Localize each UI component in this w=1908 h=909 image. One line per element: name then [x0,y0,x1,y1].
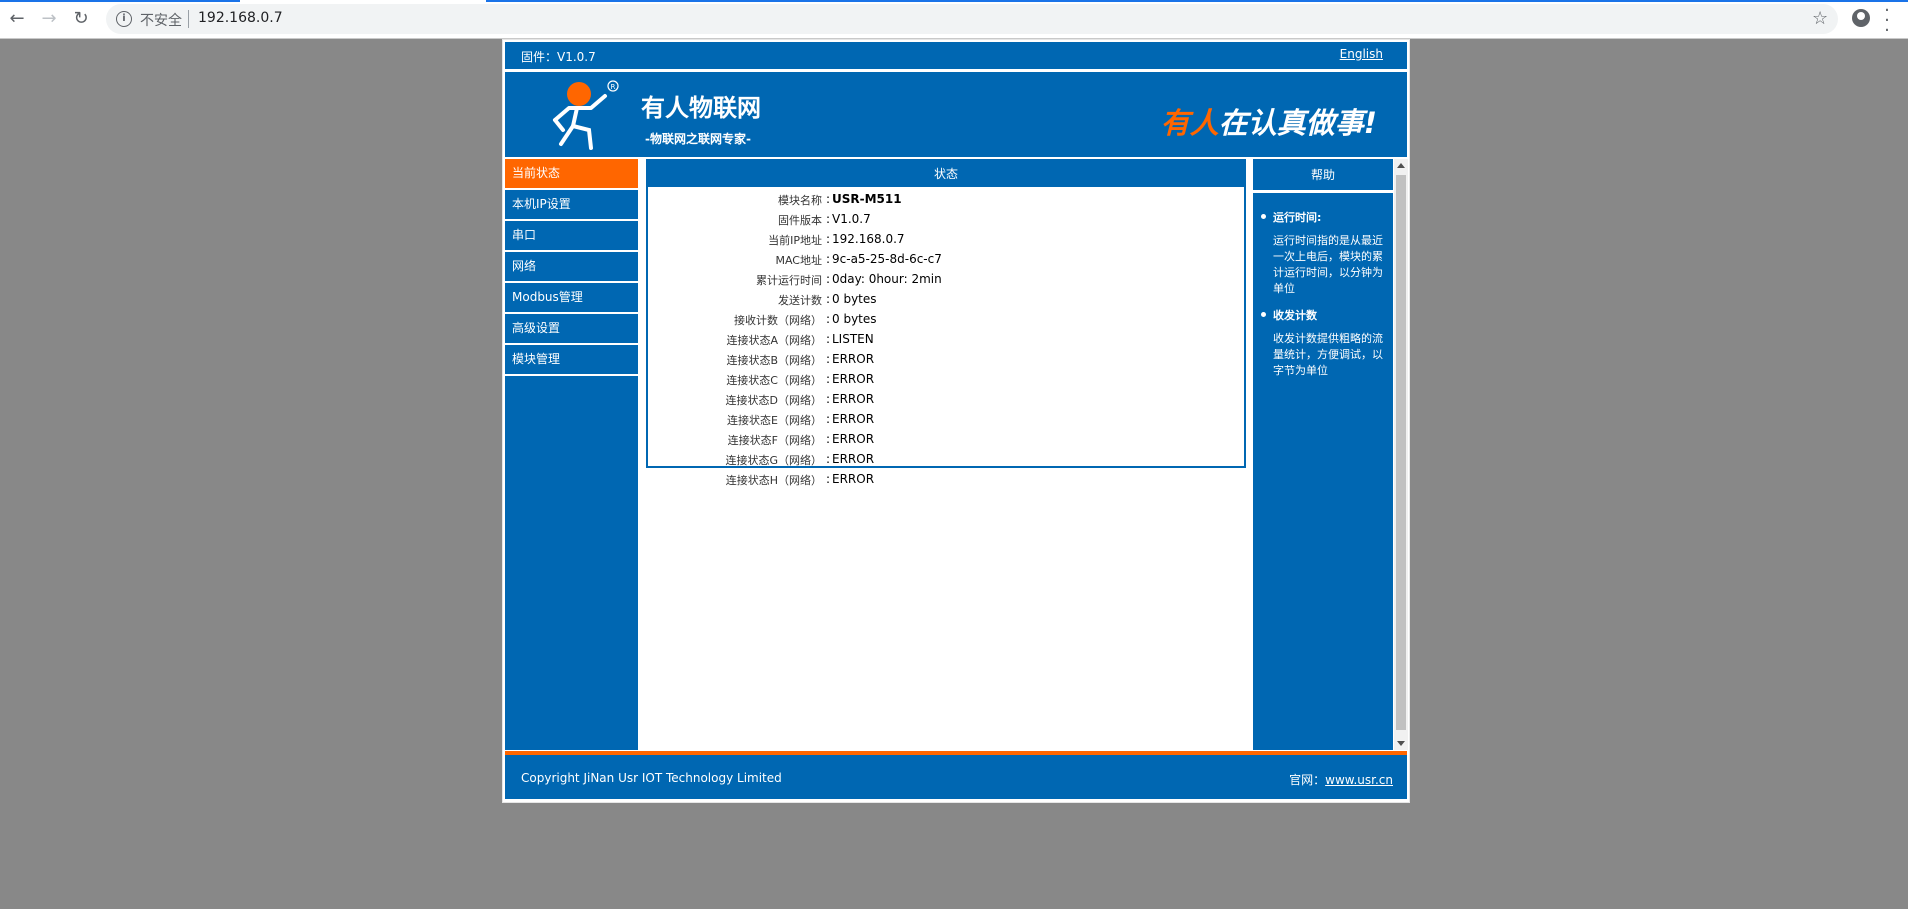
main-content: 状态 模块名称: USR-M511 固件版本: V1.0.7 当前IP地址:192.… [642,159,1250,750]
sidebar-item-advanced[interactable]: 高级设置 [505,314,638,345]
help-title: 帮助 [1253,159,1393,193]
svg-text:R: R [611,83,616,91]
status-row: 模块名称: USR-M511 [778,192,902,207]
status-row: 固件版本: V1.0.7 [778,212,871,227]
english-link[interactable]: English [1340,47,1383,61]
status-row: 连接状态H（网络）: ERROR [725,472,875,487]
status-row: 发送计数:0 bytes [778,292,877,307]
account-icon[interactable] [1852,9,1870,27]
status-row: 接收计数（网络）:0 bytes [734,312,877,327]
info-icon[interactable]: i [116,11,132,27]
status-row: MAC地址:9c-a5-25-8d-6c-c7 [775,252,942,267]
device-page: 固件：V1.0.7 English R 有人物联网 -物联网之联网专家- 有人在… [502,39,1410,803]
loading-bar [0,0,1908,2]
help-panel: 帮助 运行时间: 运行时间指的是从最近一次上电后，模块的累计运行时间，以分钟为单… [1253,159,1393,750]
official-site: 官网：www.usr.cn [1289,773,1393,787]
help-section-text: 收发计数提供粗略的流量统计，方便调试，以字节为单位 [1273,332,1383,377]
firmware-label: 固件：V1.0.7 [521,50,596,64]
slogan-highlight: 有人 [1160,106,1219,140]
url-text[interactable]: 192.168.0.7 [198,10,283,26]
brand-name: 有人物联网 [641,94,761,122]
usr-logo-icon: R [553,80,619,150]
status-row: 连接状态B（网络）: ERROR [726,352,875,367]
slogan-rest: 在认真做事! [1218,106,1377,140]
status-row: 当前IP地址:192.168.0.7 [768,232,905,247]
slogan: 有人在认真做事! [1161,100,1377,142]
status-row: 连接状态A（网络）: LISTEN [726,332,874,347]
forward-icon[interactable]: → [38,8,60,30]
scrollbar[interactable] [1394,159,1408,750]
status-row: 连接状态D（网络）: ERROR [725,392,875,407]
more-menu-icon[interactable]: · · · [1882,2,1892,40]
help-section-title: 收发计数 [1259,307,1383,323]
status-title: 状态 [648,161,1244,187]
site-link[interactable]: www.usr.cn [1325,773,1393,787]
header-banner: R 有人物联网 -物联网之联网专家- 有人在认真做事! [505,72,1407,157]
sidebar-item-modbus[interactable]: Modbus管理 [505,283,638,314]
status-panel: 状态 模块名称: USR-M511 固件版本: V1.0.7 当前IP地址:192.… [646,159,1246,487]
status-row: 连接状态G（网络）: ERROR [725,452,875,467]
scrollbar-thumb[interactable] [1396,175,1406,730]
back-icon[interactable]: ← [6,8,28,30]
bookmark-star-icon[interactable]: ☆ [1812,8,1828,29]
sidebar-item-serial[interactable]: 串口 [505,221,638,252]
sidebar-item-network[interactable]: 网络 [505,252,638,283]
copyright-text: Copyright JiNan Usr IOT Technology Limit… [521,771,782,785]
scroll-up-icon[interactable] [1397,163,1405,168]
security-label: 不安全 [140,13,182,29]
brand-subtitle: -物联网之联网专家- [645,132,751,146]
status-row: 连接状态C（网络）: ERROR [726,372,875,387]
browser-toolbar: ← → ↻ i 不安全 192.168.0.7 ☆ · · · [0,0,1908,40]
status-row: 连接状态E（网络）: ERROR [727,412,875,427]
reload-icon[interactable]: ↻ [70,8,92,30]
status-row: 连接状态F（网络）: ERROR [727,432,875,447]
address-bar[interactable]: i 不安全 192.168.0.7 [106,4,1838,34]
help-section-text: 运行时间指的是从最近一次上电后，模块的累计运行时间，以分钟为单位 [1273,234,1383,295]
sidebar-menu: 当前状态 本机IP设置 串口 网络 Modbus管理 高级设置 模块管理 [505,159,638,750]
top-bar: 固件：V1.0.7 English [505,42,1407,69]
status-row: 累计运行时间:0day: 0hour: 2min [756,272,942,287]
help-section-title: 运行时间: [1259,209,1383,225]
sidebar-item-module-management[interactable]: 模块管理 [505,345,638,376]
scroll-down-icon[interactable] [1397,741,1405,746]
sidebar-item-ip-settings[interactable]: 本机IP设置 [505,190,638,221]
footer: Copyright JiNan Usr IOT Technology Limit… [505,751,1407,799]
sidebar-item-current-status[interactable]: 当前状态 [505,159,638,190]
